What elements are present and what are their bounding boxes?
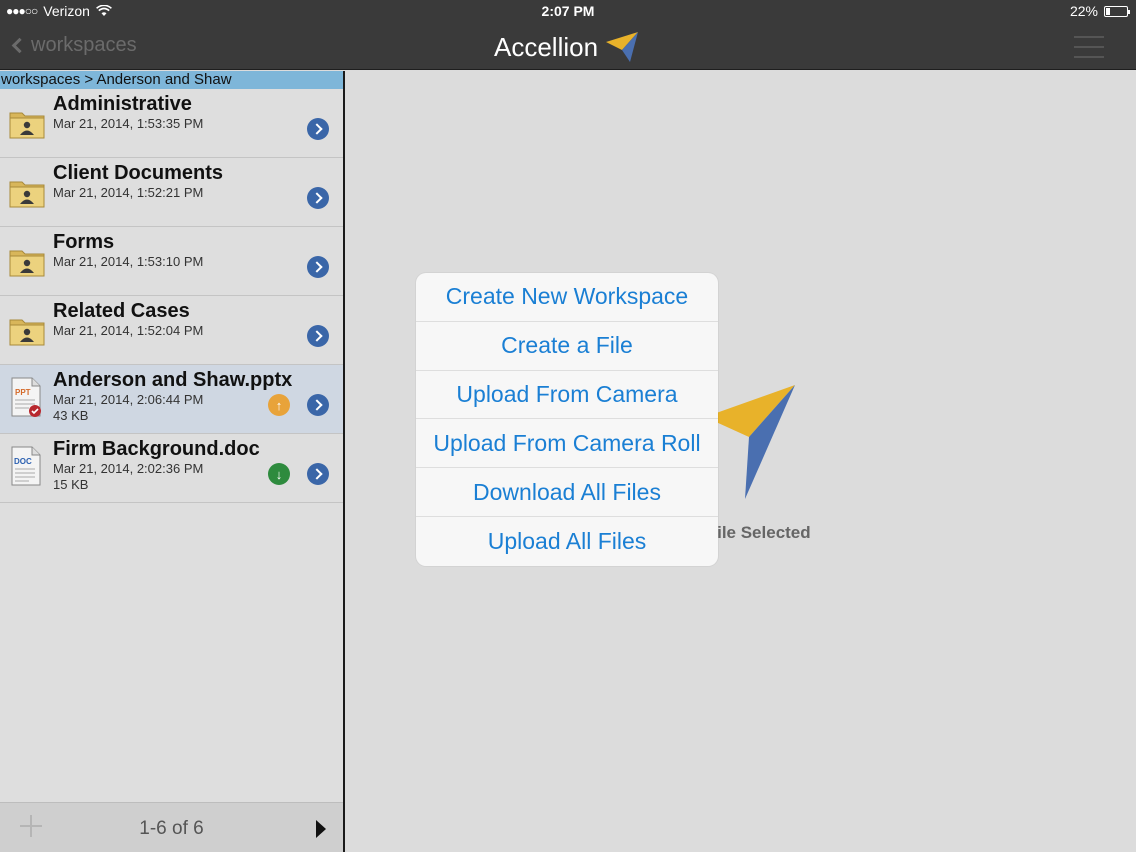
- ppt-file-icon: PPT: [11, 377, 41, 417]
- folder-icon: [9, 112, 45, 139]
- brand-name: Accellion: [494, 31, 599, 62]
- battery-level: [1106, 7, 1111, 15]
- item-date: Mar 21, 2014, 2:06:44 PM: [53, 392, 204, 407]
- sidebar: workspaces > Anderson and Shaw Administr…: [0, 71, 345, 852]
- item-date: Mar 21, 2014, 1:52:04 PM: [53, 323, 204, 338]
- list-item[interactable]: Administrative Mar 21, 2014, 1:53:35 PM: [0, 89, 343, 158]
- upload-all-files-button[interactable]: Upload All Files: [416, 517, 718, 566]
- item-name: Anderson and Shaw.pptx: [53, 369, 293, 391]
- status-right: 22%: [1069, 3, 1130, 19]
- download-all-files-button[interactable]: Download All Files: [416, 468, 718, 517]
- battery-icon: [1104, 5, 1130, 17]
- chevron-left-icon: [11, 37, 28, 54]
- navigation-bar: workspaces Accellion: [0, 22, 1136, 70]
- download-arrow-icon[interactable]: ↓: [268, 463, 290, 485]
- app-logo: Accellion: [494, 30, 640, 64]
- list-item[interactable]: PPT Anderson and Shaw.pptx Mar 21, 2014,…: [0, 365, 343, 434]
- item-name: Forms: [53, 231, 115, 253]
- list-item[interactable]: DOC Firm Background.doc Mar 21, 2014, 2:…: [0, 434, 343, 503]
- detail-disclosure-button[interactable]: [307, 118, 329, 140]
- hamburger-menu-icon[interactable]: [1074, 36, 1104, 58]
- item-name: Related Cases: [53, 300, 190, 322]
- status-bar: ●●●○○ Verizon 2:07 PM 22%: [0, 0, 1136, 22]
- create-new-workspace-button[interactable]: Create New Workspace: [416, 273, 718, 322]
- detail-disclosure-button[interactable]: [307, 187, 329, 209]
- status-time: 2:07 PM: [541, 3, 595, 19]
- item-date: Mar 21, 2014, 1:53:35 PM: [53, 116, 204, 131]
- pagination-label: 1-6 of 6: [139, 818, 204, 839]
- folder-icon: [9, 250, 45, 277]
- item-name: Administrative: [53, 93, 192, 115]
- detail-disclosure-button[interactable]: [307, 394, 329, 416]
- breadcrumb[interactable]: workspaces > Anderson and Shaw: [0, 71, 343, 89]
- file-type-label: DOC: [14, 457, 32, 466]
- list-item[interactable]: Related Cases Mar 21, 2014, 1:52:04 PM: [0, 296, 343, 365]
- upload-arrow-icon[interactable]: ↑: [268, 394, 290, 416]
- detail-disclosure-button[interactable]: [307, 325, 329, 347]
- file-type-label: PPT: [15, 388, 31, 397]
- accellion-arrow-icon: [606, 32, 639, 62]
- create-file-button[interactable]: Create a File: [416, 322, 718, 371]
- next-page-icon[interactable]: [316, 820, 326, 838]
- detail-disclosure-button[interactable]: [307, 463, 329, 485]
- upload-from-camera-roll-button[interactable]: Upload From Camera Roll: [416, 419, 718, 469]
- item-date: Mar 21, 2014, 1:53:10 PM: [53, 254, 204, 269]
- sidebar-footer: 1-6 of 6: [0, 802, 343, 852]
- back-button[interactable]: workspaces: [8, 34, 137, 57]
- back-button-label: workspaces: [31, 34, 137, 56]
- accellion-logo-icon: [705, 385, 795, 499]
- item-date: Mar 21, 2014, 2:02:36 PM: [53, 461, 204, 476]
- item-size: 15 KB: [53, 477, 89, 492]
- item-size: 43 KB: [53, 408, 89, 423]
- item-date: Mar 21, 2014, 1:52:21 PM: [53, 185, 204, 200]
- upload-from-camera-button[interactable]: Upload From Camera: [416, 371, 718, 420]
- battery-percent: 22%: [1069, 3, 1098, 19]
- list-item[interactable]: Forms Mar 21, 2014, 1:53:10 PM: [0, 227, 343, 296]
- item-name: Client Documents: [53, 162, 224, 184]
- list-item[interactable]: Client Documents Mar 21, 2014, 1:52:21 P…: [0, 158, 343, 227]
- item-name: Firm Background.doc: [53, 438, 260, 460]
- folder-icon: [9, 319, 45, 346]
- file-list: Administrative Mar 21, 2014, 1:53:35 PM …: [0, 89, 343, 503]
- doc-file-icon: DOC: [11, 446, 41, 486]
- folder-icon: [9, 181, 45, 208]
- detail-disclosure-button[interactable]: [307, 256, 329, 278]
- action-menu-popover: Create New Workspace Create a File Uploa…: [416, 273, 718, 566]
